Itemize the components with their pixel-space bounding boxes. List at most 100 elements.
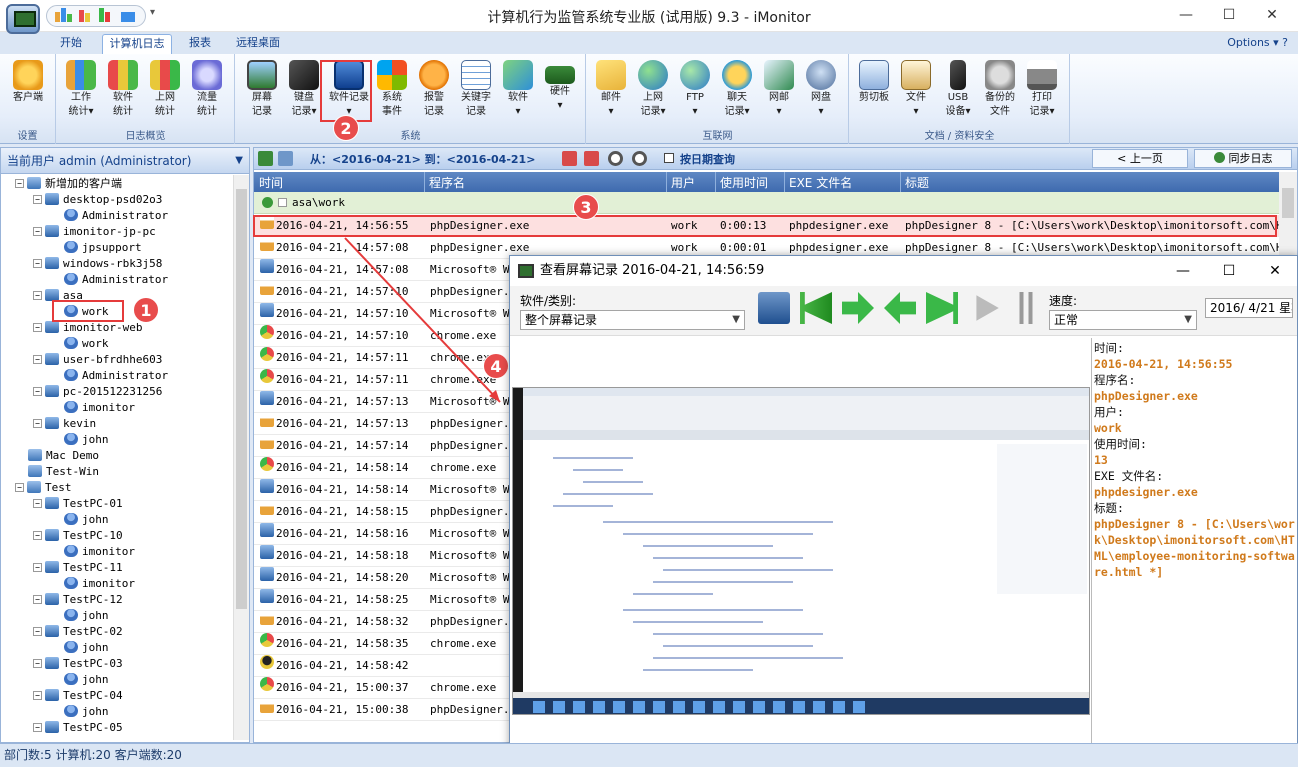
tree-node[interactable]: work [51,336,109,352]
collapse-icon[interactable]: − [33,723,42,732]
collapse-icon[interactable]: − [33,595,42,604]
collapse-icon[interactable]: − [33,627,42,636]
tree-node[interactable]: − TestPC-01 [33,496,123,512]
tree-node[interactable]: − TestPC-12 [33,592,123,608]
chat-record-button[interactable]: 聊天 记录▾ [717,56,757,128]
next-icon[interactable] [842,292,874,324]
tree-node[interactable]: work [51,304,109,320]
client-button[interactable]: 客户端 [8,56,48,128]
tree-node[interactable]: imonitor [51,544,135,560]
collapse-icon[interactable]: − [33,387,42,396]
traffic-stats-button[interactable]: 流量 统计 [187,56,227,128]
web-record-button[interactable]: 上网 记录▾ [633,56,673,128]
screen-capture-preview[interactable] [512,387,1090,715]
col-title[interactable]: 标题 [905,174,929,191]
webmail-button[interactable]: 网邮 ▾ [759,56,799,128]
collapse-icon[interactable]: − [33,291,42,300]
tree-node[interactable]: − TestPC-03 [33,656,123,672]
close-button[interactable]: ✕ [1252,4,1292,26]
sync-log-button[interactable]: 同步日志 [1194,149,1292,168]
tree-node[interactable]: − TestPC-05 [33,720,123,736]
hardware-button[interactable]: 硬件 ▾ [540,56,580,128]
first-frame-icon[interactable] [800,292,832,324]
col-exe[interactable]: EXE 文件名 [789,174,852,191]
dropdown-icon[interactable]: ▼ [235,148,243,174]
dialog-close-button[interactable]: ✕ [1252,256,1298,286]
file-button[interactable]: 文件 ▾ [896,56,936,128]
options-menu[interactable]: Options ▾ ? [1227,36,1288,49]
collapse-icon[interactable]: − [33,691,42,700]
collapse-icon[interactable]: − [33,355,42,364]
collapse-icon[interactable]: − [33,659,42,668]
tree-node[interactable]: − kevin [33,416,96,432]
tree-node[interactable]: john [51,608,109,624]
col-user[interactable]: 用户 [671,174,695,191]
previous-icon[interactable] [884,292,916,324]
tab-reports[interactable]: 报表 [180,34,220,54]
print-record-button[interactable]: 打印 记录▾ [1022,56,1062,128]
tree-node[interactable]: john [51,512,109,528]
app-logo-icon[interactable] [6,4,40,34]
collapse-icon[interactable]: − [33,531,42,540]
tree-node[interactable]: − windows-rbk3j58 [33,256,162,272]
screen-record-button[interactable]: 屏幕 记录 [242,56,282,128]
current-user-header[interactable]: 当前用户 admin (Administrator) ▼ [1,148,249,174]
tree-node[interactable]: − desktop-psd02o3 [33,192,162,208]
clock-icon[interactable] [608,151,623,166]
expand-icon[interactable] [262,197,273,208]
collapse-icon[interactable]: − [33,227,42,236]
collapse-icon[interactable]: − [33,323,42,332]
keyboard-record-button[interactable]: 键盘 记录▾ [284,56,324,128]
web-stats-button[interactable]: 上网 统计 [145,56,185,128]
tree-node[interactable]: Test-Win [15,464,99,480]
collapse-icon[interactable]: − [15,179,24,188]
col-time[interactable]: 时间 [259,174,283,191]
prev-page-button[interactable]: < 上一页 [1092,149,1188,168]
tree-node[interactable]: john [51,432,109,448]
tree-node[interactable]: − TestPC-02 [33,624,123,640]
tab-start[interactable]: 开始 [50,34,92,54]
tree-node[interactable]: Mac Demo [15,448,99,464]
email-button[interactable]: 邮件 ▾ [591,56,631,128]
dialog-maximize-button[interactable]: ☐ [1206,256,1252,286]
collapse-icon[interactable]: − [33,499,42,508]
calendar-icon[interactable] [584,151,599,166]
tree-node[interactable]: − imonitor-jp-pc [33,224,156,240]
tree-node[interactable]: imonitor [51,576,135,592]
refresh-icon[interactable] [632,151,647,166]
dialog-minimize-button[interactable]: — [1160,256,1206,286]
by-date-checkbox[interactable] [664,153,674,163]
software-button[interactable]: 软件 ▾ [498,56,538,128]
software-stats-button[interactable]: 软件 统计 [103,56,143,128]
tree-node[interactable]: john [51,672,109,688]
tree-node[interactable]: Administrator [51,368,168,384]
alarm-record-button[interactable]: 报警 记录 [414,56,454,128]
tree-node[interactable]: − 新增加的客户端 [15,176,122,192]
tree-node[interactable]: − TestPC-11 [33,560,123,576]
clipboard-button[interactable]: 剪切板 [854,56,894,128]
tree-node[interactable]: jpsupport [51,240,142,256]
pause-icon[interactable] [1010,292,1042,324]
tree-scrollbar[interactable] [233,175,249,740]
work-stats-button[interactable]: 工作 统计▾ [61,56,101,128]
tree-node[interactable]: − user-bfrdhhe603 [33,352,162,368]
tree-node[interactable]: john [51,704,109,720]
excel-icon[interactable] [258,151,273,166]
minimize-button[interactable]: — [1166,4,1206,26]
ftp-button[interactable]: FTP ▾ [675,56,715,128]
tab-remote-desktop[interactable]: 远程桌面 [230,34,286,54]
tree-node[interactable]: − TestPC-10 [33,528,123,544]
collapse-icon[interactable]: − [33,195,42,204]
play-icon[interactable] [976,295,999,321]
col-program[interactable]: 程序名 [429,174,465,191]
tree-node[interactable]: Administrator [51,208,168,224]
tree-node[interactable]: − asa [33,288,83,304]
tree-node[interactable]: imonitor [51,400,135,416]
usb-device-button[interactable]: USB 设备▾ [938,56,978,128]
category-select[interactable]: 整个屏幕记录 ▼ [520,310,745,330]
tree-node[interactable]: − TestPC-04 [33,688,123,704]
last-frame-icon[interactable] [926,292,958,324]
tab-computer-log[interactable]: 计算机日志 [102,34,172,54]
tree-node[interactable]: − imonitor-web [33,320,142,336]
tree-node[interactable]: john [51,640,109,656]
